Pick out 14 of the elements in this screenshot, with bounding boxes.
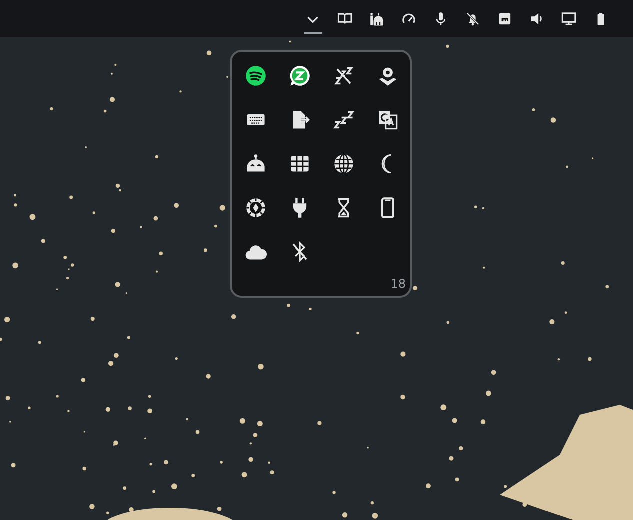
sleep-off-icon[interactable] [333, 65, 355, 87]
circle-waves-icon[interactable] [245, 65, 267, 87]
speaker-icon[interactable] [529, 10, 545, 26]
book-icon[interactable] [337, 10, 353, 26]
ethernet-icon[interactable] [497, 10, 513, 26]
chat-bubble-icon[interactable] [289, 65, 311, 87]
monitor-icon[interactable] [561, 10, 577, 26]
bell-off-icon[interactable] [465, 10, 481, 26]
translate-icon[interactable] [377, 109, 399, 131]
mosque-icon[interactable] [369, 10, 385, 26]
icon-count: 18 [390, 277, 406, 291]
chip-icon[interactable] [245, 197, 267, 219]
globe-icon[interactable] [333, 153, 355, 175]
sleep-icon[interactable] [333, 109, 355, 131]
